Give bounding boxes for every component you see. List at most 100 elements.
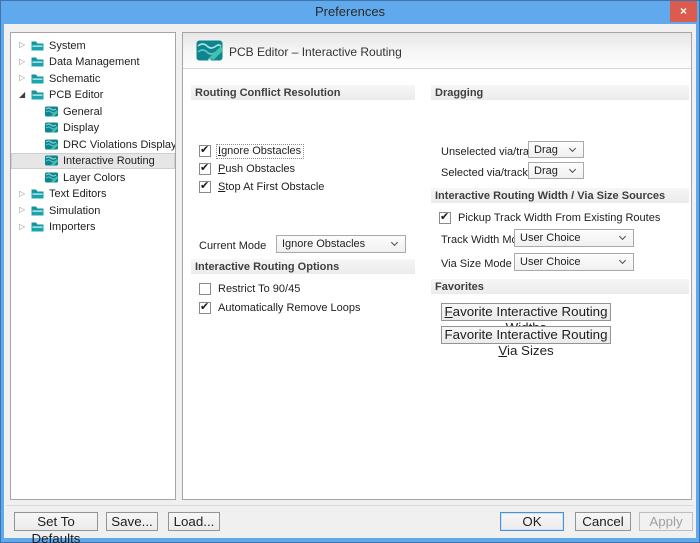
selected-via-track-value: Drag: [534, 165, 558, 177]
section-favorites: Favorites: [431, 279, 689, 294]
favorite-routing-via-sizes-button[interactable]: Favorite Interactive Routing Via Sizes: [441, 326, 611, 344]
folder-icon: [31, 205, 44, 216]
checkbox-pickup-track-width[interactable]: [439, 212, 451, 224]
section-interactive-routing-options: Interactive Routing Options: [191, 259, 415, 274]
checkbox-row-pickup-track-width[interactable]: Pickup Track Width From Existing Routes: [439, 211, 662, 225]
close-icon: ×: [680, 4, 687, 18]
checkbox-row-stop-at-first-obstacle[interactable]: Stop At First Obstacle: [199, 180, 326, 194]
folder-icon: [31, 56, 44, 67]
chevron-down-icon: [569, 165, 576, 172]
checkbox-restrict-90-45[interactable]: [199, 283, 211, 295]
sidebar-item-label: Layer Colors: [63, 171, 125, 184]
checkbox-label: Automatically Remove Loops: [217, 302, 362, 315]
apply-button[interactable]: Apply: [639, 512, 693, 531]
folder-icon: [31, 221, 44, 232]
open-folder-icon: [31, 89, 44, 100]
dialog-client-area: ▷ System ▷ Data Management ▷ Schematic ◢: [4, 24, 696, 538]
right-column: Dragging Unselected via/track Drag Selec…: [431, 69, 689, 499]
page-title: PCB Editor – Interactive Routing: [229, 45, 402, 59]
pcb-page-icon: [45, 155, 58, 166]
sidebar-item-label: PCB Editor: [49, 88, 103, 101]
sidebar-item-simulation[interactable]: ▷ Simulation: [11, 202, 175, 219]
checkbox-push-obstacles[interactable]: [199, 163, 211, 175]
preferences-tree: ▷ System ▷ Data Management ▷ Schematic ◢: [11, 33, 175, 235]
section-width-via-size-sources: Interactive Routing Width / Via Size Sou…: [431, 188, 689, 203]
sidebar-item-schematic[interactable]: ▷ Schematic: [11, 70, 175, 87]
sidebar-item-drc-violations-display[interactable]: DRC Violations Display: [11, 136, 175, 153]
section-dragging: Dragging: [431, 85, 689, 100]
chevron-down-icon: [391, 239, 398, 246]
sidebar-item-label: DRC Violations Display: [63, 138, 176, 151]
footer-divider: [6, 505, 694, 506]
pcb-page-icon: [45, 122, 58, 133]
folder-icon: [31, 188, 44, 199]
checkbox-ignore-obstacles[interactable]: [199, 145, 211, 157]
checkbox-stop-at-first-obstacle[interactable]: [199, 181, 211, 193]
sidebar-item-general[interactable]: General: [11, 103, 175, 120]
expand-expanded-icon[interactable]: ◢: [19, 91, 31, 99]
set-to-defaults-button[interactable]: Set To Defaults: [14, 512, 98, 531]
cancel-button[interactable]: Cancel: [575, 512, 631, 531]
track-width-mode-select[interactable]: User Choice: [514, 229, 634, 247]
chevron-down-icon: [619, 233, 626, 240]
checkbox-row-push-obstacles[interactable]: Push Obstacles: [199, 162, 297, 176]
expand-collapsed-icon[interactable]: ▷: [19, 58, 31, 66]
pcb-page-icon: [45, 172, 58, 183]
checkbox-row-automatically-remove-loops[interactable]: Automatically Remove Loops: [199, 301, 362, 315]
track-width-mode-value: User Choice: [520, 232, 581, 244]
unselected-via-track-label: Unselected via/track: [441, 145, 540, 158]
checkbox-label: Pickup Track Width From Existing Routes: [457, 212, 662, 225]
window-title: Preferences: [0, 4, 700, 19]
sidebar-item-interactive-routing[interactable]: Interactive Routing: [11, 153, 175, 170]
sidebar-item-text-editors[interactable]: ▷ Text Editors: [11, 186, 175, 203]
selected-via-track-label: Selected via/track: [441, 166, 528, 179]
ok-button[interactable]: OK: [500, 512, 564, 531]
sidebar-item-label: Importers: [49, 220, 95, 233]
favorite-routing-widths-button[interactable]: Favorite Interactive Routing Widths: [441, 303, 611, 321]
page-header: PCB Editor – Interactive Routing: [183, 33, 691, 69]
sidebar-item-label: Data Management: [49, 55, 140, 68]
checkbox-label: Push Obstacles: [217, 163, 297, 176]
sidebar-item-display[interactable]: Display: [11, 120, 175, 137]
via-size-mode-label: Via Size Mode: [441, 257, 512, 270]
checkbox-automatically-remove-loops[interactable]: [199, 302, 211, 314]
sidebar-item-label: Text Editors: [49, 187, 106, 200]
unselected-via-track-select[interactable]: Drag: [528, 141, 584, 158]
current-mode-label: Current Mode: [199, 239, 266, 252]
checkbox-row-ignore-obstacles[interactable]: Ignore Obstacles: [199, 144, 303, 158]
settings-page-panel: PCB Editor – Interactive Routing Routing…: [182, 32, 692, 500]
save-button[interactable]: Save...: [106, 512, 158, 531]
load-button[interactable]: Load...: [168, 512, 220, 531]
pcb-page-icon: [45, 139, 58, 150]
expand-collapsed-icon[interactable]: ▷: [19, 190, 31, 198]
checkbox-row-restrict-90-45[interactable]: Restrict To 90/45: [199, 282, 302, 296]
left-column: Routing Conflict Resolution Ignore Obsta…: [191, 69, 415, 499]
checkbox-label: Ignore Obstacles: [217, 145, 303, 158]
sidebar-item-label: Interactive Routing: [63, 154, 155, 167]
current-mode-select[interactable]: Ignore Obstacles: [276, 235, 406, 253]
current-mode-value: Ignore Obstacles: [282, 238, 365, 250]
pcb-editor-icon: [196, 39, 223, 62]
sidebar-item-label: System: [49, 39, 86, 52]
sidebar-item-data-management[interactable]: ▷ Data Management: [11, 54, 175, 71]
sidebar-item-pcb-editor[interactable]: ◢ PCB Editor: [11, 87, 175, 104]
checkbox-label: Stop At First Obstacle: [217, 181, 326, 194]
unselected-via-track-value: Drag: [534, 144, 558, 156]
expand-collapsed-icon[interactable]: ▷: [19, 223, 31, 231]
titlebar[interactable]: Preferences ×: [0, 0, 700, 24]
chevron-down-icon: [569, 144, 576, 151]
sidebar-item-label: Simulation: [49, 204, 100, 217]
pcb-page-icon: [45, 106, 58, 117]
close-button[interactable]: ×: [670, 1, 697, 22]
sidebar-item-layer-colors[interactable]: Layer Colors: [11, 169, 175, 186]
expand-collapsed-icon[interactable]: ▷: [19, 74, 31, 82]
via-size-mode-select[interactable]: User Choice: [514, 253, 634, 271]
sidebar-item-label: Display: [63, 121, 99, 134]
sidebar-item-system[interactable]: ▷ System: [11, 37, 175, 54]
expand-collapsed-icon[interactable]: ▷: [19, 41, 31, 49]
sidebar-item-importers[interactable]: ▷ Importers: [11, 219, 175, 236]
expand-collapsed-icon[interactable]: ▷: [19, 206, 31, 214]
preferences-tree-panel: ▷ System ▷ Data Management ▷ Schematic ◢: [10, 32, 176, 500]
selected-via-track-select[interactable]: Drag: [528, 162, 584, 179]
section-routing-conflict-resolution: Routing Conflict Resolution: [191, 85, 415, 100]
